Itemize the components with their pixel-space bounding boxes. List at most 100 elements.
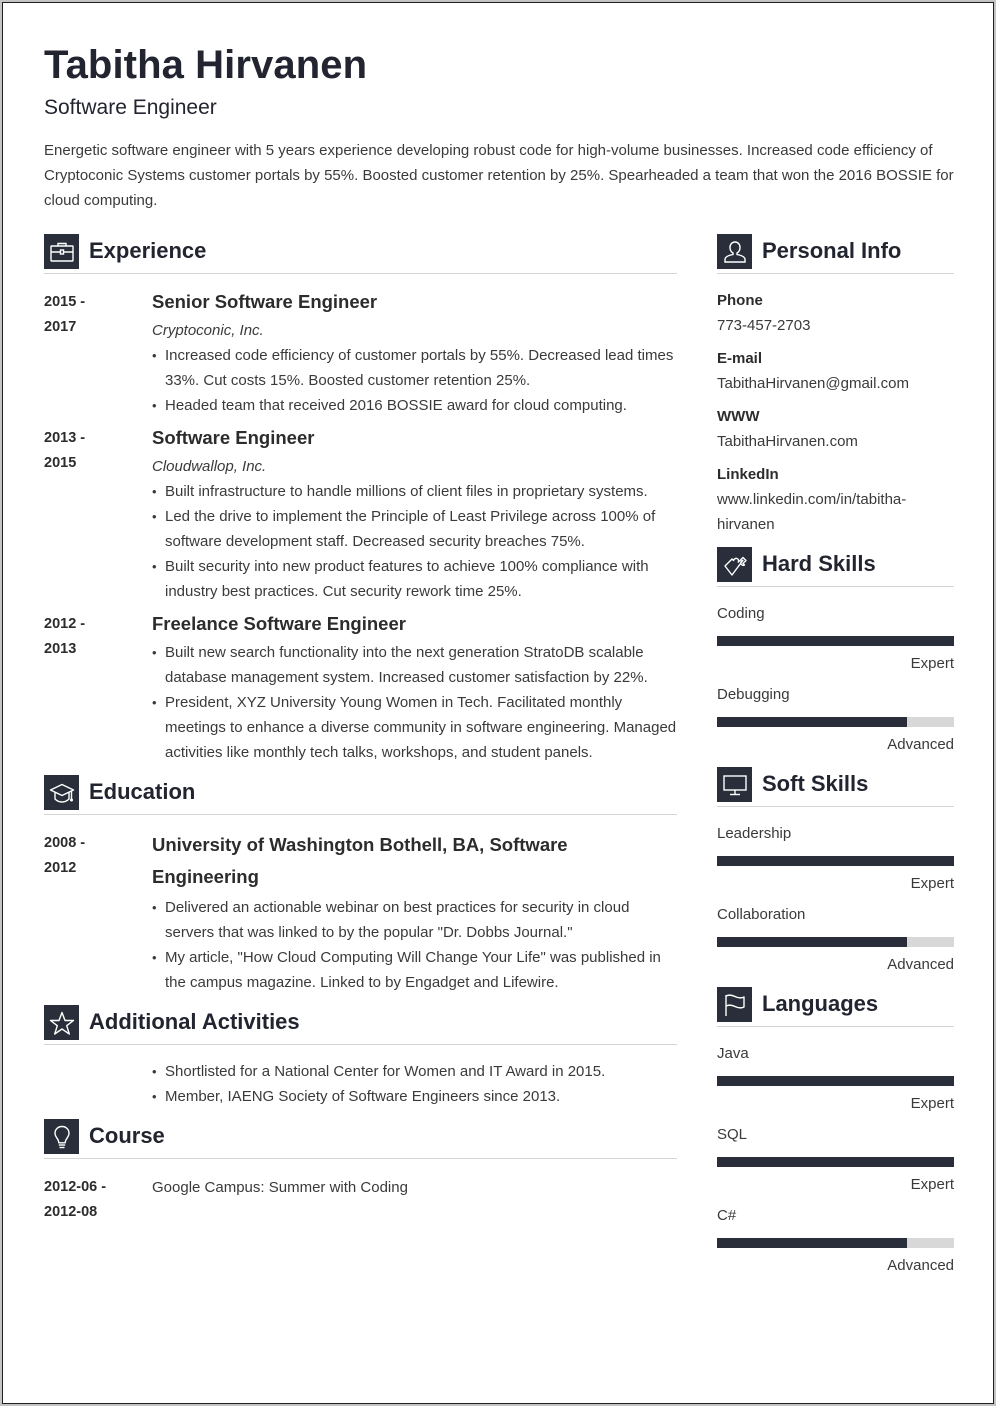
- skill-level-fill: [717, 937, 907, 947]
- skill-item: Java Expert: [717, 1041, 954, 1116]
- person-icon: [717, 234, 752, 269]
- skill-name: Debugging: [717, 686, 790, 703]
- skill-level-bar: [717, 1157, 954, 1167]
- skill-level-fill: [717, 1157, 954, 1167]
- section-title: Education: [89, 779, 196, 804]
- date-start: 2008 -: [44, 835, 86, 851]
- section-title: Additional Activities: [89, 1009, 300, 1034]
- section-title: Hard Skills: [762, 551, 876, 576]
- skill-name: Collaboration: [717, 906, 806, 923]
- skill-level-fill: [717, 717, 907, 727]
- section-header: Education: [44, 773, 677, 815]
- skill-level-bar: [717, 937, 954, 947]
- linkedin-value[interactable]: www.linkedin.com/in/tabitha-hirvanen: [717, 487, 954, 537]
- graduation-cap-icon: [44, 775, 79, 810]
- summary: Energetic software engineer with 5 years…: [44, 142, 954, 209]
- activities-entry: Shortlisted for a National Center for Wo…: [44, 1059, 677, 1109]
- briefcase-icon: [44, 234, 79, 269]
- skill-level-bar: [717, 856, 954, 866]
- section-header: Additional Activities: [44, 1003, 677, 1045]
- entry-dates: 2015 - 2017: [44, 288, 152, 418]
- job-title: Software Engineer: [152, 427, 315, 448]
- email-value[interactable]: TabithaHirvanen@gmail.com: [717, 371, 954, 396]
- skill-name: Java: [717, 1045, 749, 1062]
- bullet-item: Delivered an actionable webinar on best …: [152, 895, 677, 945]
- phone-field: Phone 773-457-2703: [717, 288, 954, 338]
- company-name: Cloudwallop, Inc.: [152, 458, 267, 475]
- skill-level-bar: [717, 717, 954, 727]
- job-title: Senior Software Engineer: [152, 291, 378, 312]
- section-header: Course: [44, 1117, 677, 1159]
- skill-item: Debugging Advanced: [717, 682, 954, 757]
- section-title: Course: [89, 1123, 165, 1148]
- skill-level-fill: [717, 1076, 954, 1086]
- education-section: Education 2008 - 2012 University of Wash…: [44, 773, 677, 995]
- skill-name: SQL: [717, 1126, 748, 1143]
- candidate-title: Software Engineer: [44, 96, 217, 119]
- section-title: Personal Info: [762, 238, 902, 263]
- skill-item: Coding Expert: [717, 601, 954, 676]
- field-label: WWW: [717, 408, 760, 425]
- section-header: Languages: [717, 985, 954, 1027]
- bullet-item: President, XYZ University Young Women in…: [152, 690, 677, 765]
- candidate-name: Tabitha Hirvanen: [44, 43, 368, 87]
- resume-page: Tabitha Hirvanen Software Engineer Energ…: [2, 2, 994, 1404]
- section-header: Experience: [44, 232, 677, 274]
- flag-icon: [717, 987, 752, 1022]
- date-end: 2017: [44, 319, 77, 335]
- bullet-item: Member, IAENG Society of Software Engine…: [152, 1084, 677, 1109]
- date-start: 2015 -: [44, 294, 86, 310]
- skill-item: Leadership Expert: [717, 821, 954, 896]
- degree-title: University of Washington Bothell, BA, So…: [152, 834, 568, 887]
- job-title: Freelance Software Engineer: [152, 613, 406, 634]
- entry-dates: 2012 - 2013: [44, 610, 152, 765]
- entry-dates: 2013 - 2015: [44, 424, 152, 604]
- star-icon: [44, 1005, 79, 1040]
- linkedin-field: LinkedIn www.linkedin.com/in/tabitha-hir…: [717, 462, 954, 537]
- left-column: Experience 2015 - 2017 Senior Software E…: [44, 232, 677, 1233]
- skill-level-label: Advanced: [887, 1257, 954, 1274]
- company-name: Cryptoconic, Inc.: [152, 322, 264, 339]
- skill-level-fill: [717, 636, 954, 646]
- skill-level-label: Advanced: [887, 956, 954, 973]
- bullet-item: Built infrastructure to handle millions …: [152, 479, 677, 504]
- course-entry: 2012-06 - 2012-08 Google Campus: Summer …: [44, 1173, 677, 1225]
- skill-level-label: Expert: [910, 1095, 954, 1112]
- bullet-item: Increased code efficiency of customer po…: [152, 343, 677, 393]
- bullet-item: Shortlisted for a National Center for Wo…: [152, 1059, 677, 1084]
- skill-name: Leadership: [717, 825, 792, 842]
- skill-level-bar: [717, 636, 954, 646]
- date-start: 2012-06 -: [44, 1179, 107, 1195]
- skill-name: Coding: [717, 605, 765, 622]
- bullet-item: Built security into new product features…: [152, 554, 677, 604]
- experience-entry: 2015 - 2017 Senior Software Engineer Cry…: [44, 288, 677, 418]
- skill-level-label: Expert: [910, 875, 954, 892]
- skill-level-label: Expert: [910, 655, 954, 672]
- lightbulb-icon: [44, 1119, 79, 1154]
- skill-level-fill: [717, 1238, 907, 1248]
- skill-level-bar: [717, 1076, 954, 1086]
- skill-level-bar: [717, 1238, 954, 1248]
- bullet-item: Built new search functionality into the …: [152, 640, 677, 690]
- soft-skills-section: Soft Skills Leadership Expert Collaboratio…: [717, 765, 954, 977]
- section-title: Soft Skills: [762, 771, 869, 796]
- section-title: Languages: [762, 991, 879, 1016]
- field-label: Phone: [717, 292, 763, 309]
- languages-section: Languages Java Expert SQL Expert C# Advanced: [717, 985, 954, 1278]
- bullet-item: Headed team that received 2016 BOSSIE aw…: [152, 393, 677, 418]
- activities-section: Additional Activities Shortlisted for a …: [44, 1003, 677, 1109]
- skill-item: C# Advanced: [717, 1203, 954, 1278]
- education-entry: 2008 - 2012 University of Washington Bot…: [44, 829, 677, 995]
- right-column: Personal Info Phone 773-457-2703 E-mail …: [717, 232, 954, 1286]
- experience-entry: 2013 - 2015 Software Engineer Cloudwallo…: [44, 424, 677, 604]
- section-header: Personal Info: [717, 232, 954, 274]
- email-field: E-mail TabithaHirvanen@gmail.com: [717, 346, 954, 396]
- field-label: LinkedIn: [717, 466, 779, 483]
- entry-dates: 2012-06 - 2012-08: [44, 1173, 152, 1225]
- skill-item: SQL Expert: [717, 1122, 954, 1197]
- course-section: Course 2012-06 - 2012-08 Google Campus: …: [44, 1117, 677, 1225]
- course-name: Google Campus: Summer with Coding: [152, 1179, 408, 1196]
- skill-name: C#: [717, 1207, 737, 1224]
- hard-skills-section: Hard Skills Coding Expert Debugging Advance…: [717, 545, 954, 757]
- website-value[interactable]: TabithaHirvanen.com: [717, 429, 954, 454]
